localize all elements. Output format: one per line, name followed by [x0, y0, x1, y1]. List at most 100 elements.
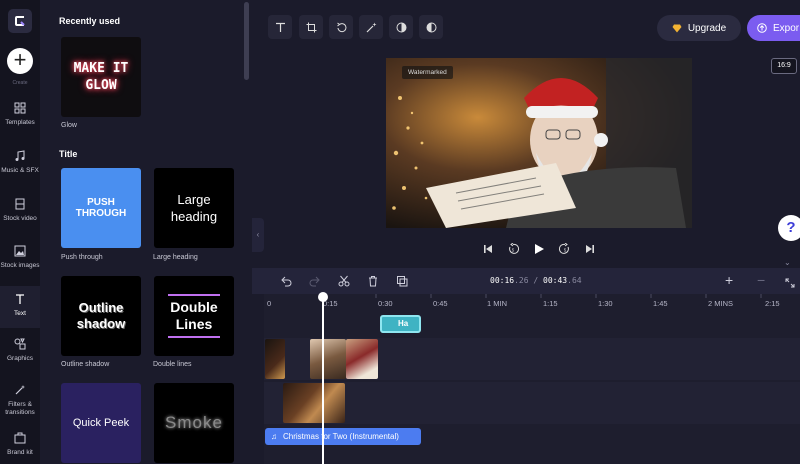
- image-icon: [14, 245, 26, 257]
- playhead[interactable]: [322, 294, 324, 464]
- filter-tool-button[interactable]: [419, 15, 443, 39]
- half-circle-icon: [426, 22, 436, 32]
- skip-forward-icon: [586, 245, 594, 253]
- rail-item-label: Stock images: [0, 262, 40, 269]
- rail-item-label: Graphics: [6, 355, 33, 362]
- tile-preview-text: MAKE IT GLOW: [73, 61, 129, 93]
- fit-timeline-button[interactable]: [785, 275, 795, 293]
- split-button[interactable]: [338, 274, 350, 292]
- ruler-tick-marks: [320, 294, 762, 298]
- text-icon: [275, 22, 285, 32]
- tile-outline-shadow[interactable]: Outline shadow: [61, 276, 141, 356]
- tile-preview-text: Quick Peek: [72, 417, 130, 429]
- decorative-line: [168, 336, 220, 338]
- app-logo[interactable]: [8, 9, 32, 33]
- clipchamp-logo-icon: [15, 16, 25, 26]
- rail-item-graphics[interactable]: Graphics: [0, 338, 40, 380]
- rail-item-label: Music & SFX: [1, 167, 39, 174]
- rotate-tool-button[interactable]: [329, 15, 353, 39]
- rail-item-brand-kit[interactable]: Brand kit: [0, 432, 40, 464]
- collapse-panel-button[interactable]: ‹: [252, 218, 264, 252]
- create-label: Create: [12, 80, 28, 86]
- current-time: 00:16: [490, 276, 515, 285]
- undo-button[interactable]: [280, 274, 292, 292]
- left-rail: + Create Templates Music & SFX Stock vid…: [0, 0, 40, 464]
- play-icon: [535, 244, 544, 254]
- tile-push-through[interactable]: PUSH THROUGH: [61, 168, 141, 248]
- wand-icon: [366, 22, 376, 32]
- play-button[interactable]: [532, 242, 546, 256]
- export-button[interactable]: Expor: [747, 15, 800, 41]
- contrast-icon: [396, 22, 406, 32]
- redo-button[interactable]: [309, 274, 321, 292]
- duplicate-icon: [397, 276, 408, 287]
- forward-5-button[interactable]: 5: [558, 242, 572, 256]
- watermark-label: Watermarked: [408, 69, 447, 76]
- rail-item-filters[interactable]: Filters & transitions: [0, 384, 40, 426]
- rail-item-templates[interactable]: Templates: [0, 102, 40, 144]
- music-note-icon: ♫: [271, 432, 277, 441]
- skip-back-button[interactable]: [481, 242, 495, 256]
- scissors-icon: [338, 275, 350, 287]
- aspect-ratio-button[interactable]: 16:9: [771, 58, 797, 74]
- text-tool-button[interactable]: [268, 15, 292, 39]
- text-track: [264, 314, 800, 334]
- upload-icon: [757, 23, 767, 33]
- brand-icon: [14, 432, 26, 444]
- tile-label: Glow: [61, 122, 77, 129]
- rail-item-stock-video[interactable]: Stock video: [0, 198, 40, 240]
- diamond-icon: [672, 24, 682, 32]
- undo-icon: [281, 276, 292, 287]
- video-clip[interactable]: [310, 339, 346, 379]
- zoom-in-button[interactable]: +: [725, 272, 733, 288]
- wand-icon: [15, 385, 25, 395]
- tile-preview-text: Outline shadow: [76, 300, 126, 331]
- help-button[interactable]: ?: [778, 215, 800, 241]
- tile-smoke[interactable]: Smoke: [154, 383, 234, 463]
- text-clip[interactable]: Ha: [380, 315, 421, 333]
- tile-quick-peek[interactable]: Quick Peek: [61, 383, 141, 463]
- forward-icon: 5: [559, 243, 569, 254]
- create-button[interactable]: +: [7, 48, 33, 74]
- magic-tool-button[interactable]: [359, 15, 383, 39]
- tile-glow[interactable]: MAKE IT GLOW: [61, 37, 141, 117]
- decorative-line: [168, 294, 220, 296]
- adjust-tool-button[interactable]: [389, 15, 413, 39]
- playhead-handle[interactable]: [318, 292, 328, 302]
- video-clip[interactable]: [265, 339, 285, 379]
- chevron-down-icon[interactable]: ⌄: [784, 258, 791, 267]
- video-frame: [386, 58, 692, 228]
- delete-button[interactable]: [367, 274, 379, 292]
- rail-item-text[interactable]: Text: [0, 286, 40, 328]
- audio-clip[interactable]: ♫ Christmas for Two (Instrumental): [265, 428, 421, 445]
- crop-tool-button[interactable]: [299, 15, 323, 39]
- upgrade-button[interactable]: Upgrade: [657, 15, 741, 41]
- duplicate-button[interactable]: [396, 274, 408, 292]
- rail-item-music[interactable]: Music & SFX: [0, 150, 40, 192]
- library-scrollbar[interactable]: [244, 2, 249, 80]
- rail-item-label: Text: [14, 310, 26, 317]
- audio-clip-label: Christmas for Two (Instrumental): [283, 432, 399, 441]
- expand-icon: [785, 278, 795, 288]
- total-time: 00:43: [543, 276, 568, 285]
- time-separator: /: [533, 276, 539, 285]
- skip-forward-button[interactable]: [583, 242, 597, 256]
- video-clip[interactable]: [283, 383, 345, 423]
- zoom-out-button[interactable]: −: [757, 272, 765, 288]
- redo-icon: [309, 276, 320, 287]
- rail-item-stock-images[interactable]: Stock images: [0, 245, 40, 287]
- svg-text:5: 5: [512, 248, 515, 253]
- tile-double-lines[interactable]: Double Lines: [154, 276, 234, 356]
- title-section-heading: Title: [59, 149, 78, 159]
- tile-label: Large heading: [153, 254, 198, 261]
- video-preview[interactable]: Watermarked: [386, 58, 692, 228]
- watermark-badge: Watermarked: [402, 66, 453, 79]
- crop-icon: [306, 22, 316, 32]
- tile-label: Push through: [61, 254, 103, 261]
- shapes-icon: [14, 338, 26, 350]
- tile-large-heading[interactable]: Large heading: [154, 168, 234, 248]
- video-clip[interactable]: [346, 339, 378, 379]
- rail-item-label: Filters & transitions: [5, 401, 35, 416]
- rewind-5-button[interactable]: 5: [506, 242, 520, 256]
- total-time-frac: .64: [567, 276, 582, 285]
